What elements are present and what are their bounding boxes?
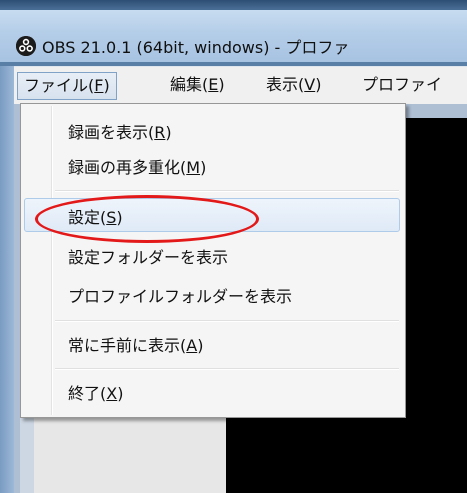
menu-item-label: 終了(X)	[68, 384, 124, 403]
menu-item-show-recordings[interactable]: 録画を表示(R)	[24, 113, 400, 147]
menu-item-label: プロファイルフォルダーを表示	[68, 287, 293, 306]
scenes-panel	[34, 410, 226, 493]
menu-file[interactable]: ファイル(F)	[17, 72, 117, 100]
menu-separator	[55, 190, 399, 192]
menu-item-always-on-top[interactable]: 常に手前に表示(A)	[24, 326, 400, 360]
panel-border	[20, 410, 34, 493]
menu-separator	[55, 320, 399, 322]
title-bar[interactable]: OBS 21.0.1 (64bit, windows) - プロファ	[0, 10, 467, 62]
window-top-edge	[0, 0, 467, 10]
window-title: OBS 21.0.1 (64bit, windows) - プロファ	[42, 38, 350, 57]
menu-item-label: 録画を表示(R)	[68, 123, 172, 142]
menu-bar: ファイル(F) 編集(E) 表示(V) プロファイ	[14, 66, 467, 105]
menu-item-exit[interactable]: 終了(X)	[24, 374, 400, 408]
menu-item-remux-recordings[interactable]: 録画の再多重化(M)	[24, 148, 400, 182]
obs-logo-icon	[16, 36, 36, 56]
menu-item-label: 常に手前に表示(A)	[68, 336, 204, 355]
menu-item-label: 設定フォルダーを表示	[68, 248, 229, 267]
window-left-border	[0, 66, 14, 493]
menu-item-show-settings-folder[interactable]: 設定フォルダーを表示	[24, 238, 400, 272]
annotation-circle	[35, 195, 259, 243]
file-menu-dropdown: 録画を表示(R) 録画の再多重化(M) 設定(S) 設定フォルダーを表示 プロフ…	[20, 103, 406, 418]
menu-item-show-profile-folder[interactable]: プロファイルフォルダーを表示	[24, 277, 400, 311]
menu-edit[interactable]: 編集(E)	[164, 72, 231, 98]
menu-view[interactable]: 表示(V)	[260, 72, 327, 98]
menu-separator	[55, 368, 399, 370]
menu-profile[interactable]: プロファイ	[356, 72, 448, 98]
menu-item-label: 録画の再多重化(M)	[68, 158, 207, 177]
